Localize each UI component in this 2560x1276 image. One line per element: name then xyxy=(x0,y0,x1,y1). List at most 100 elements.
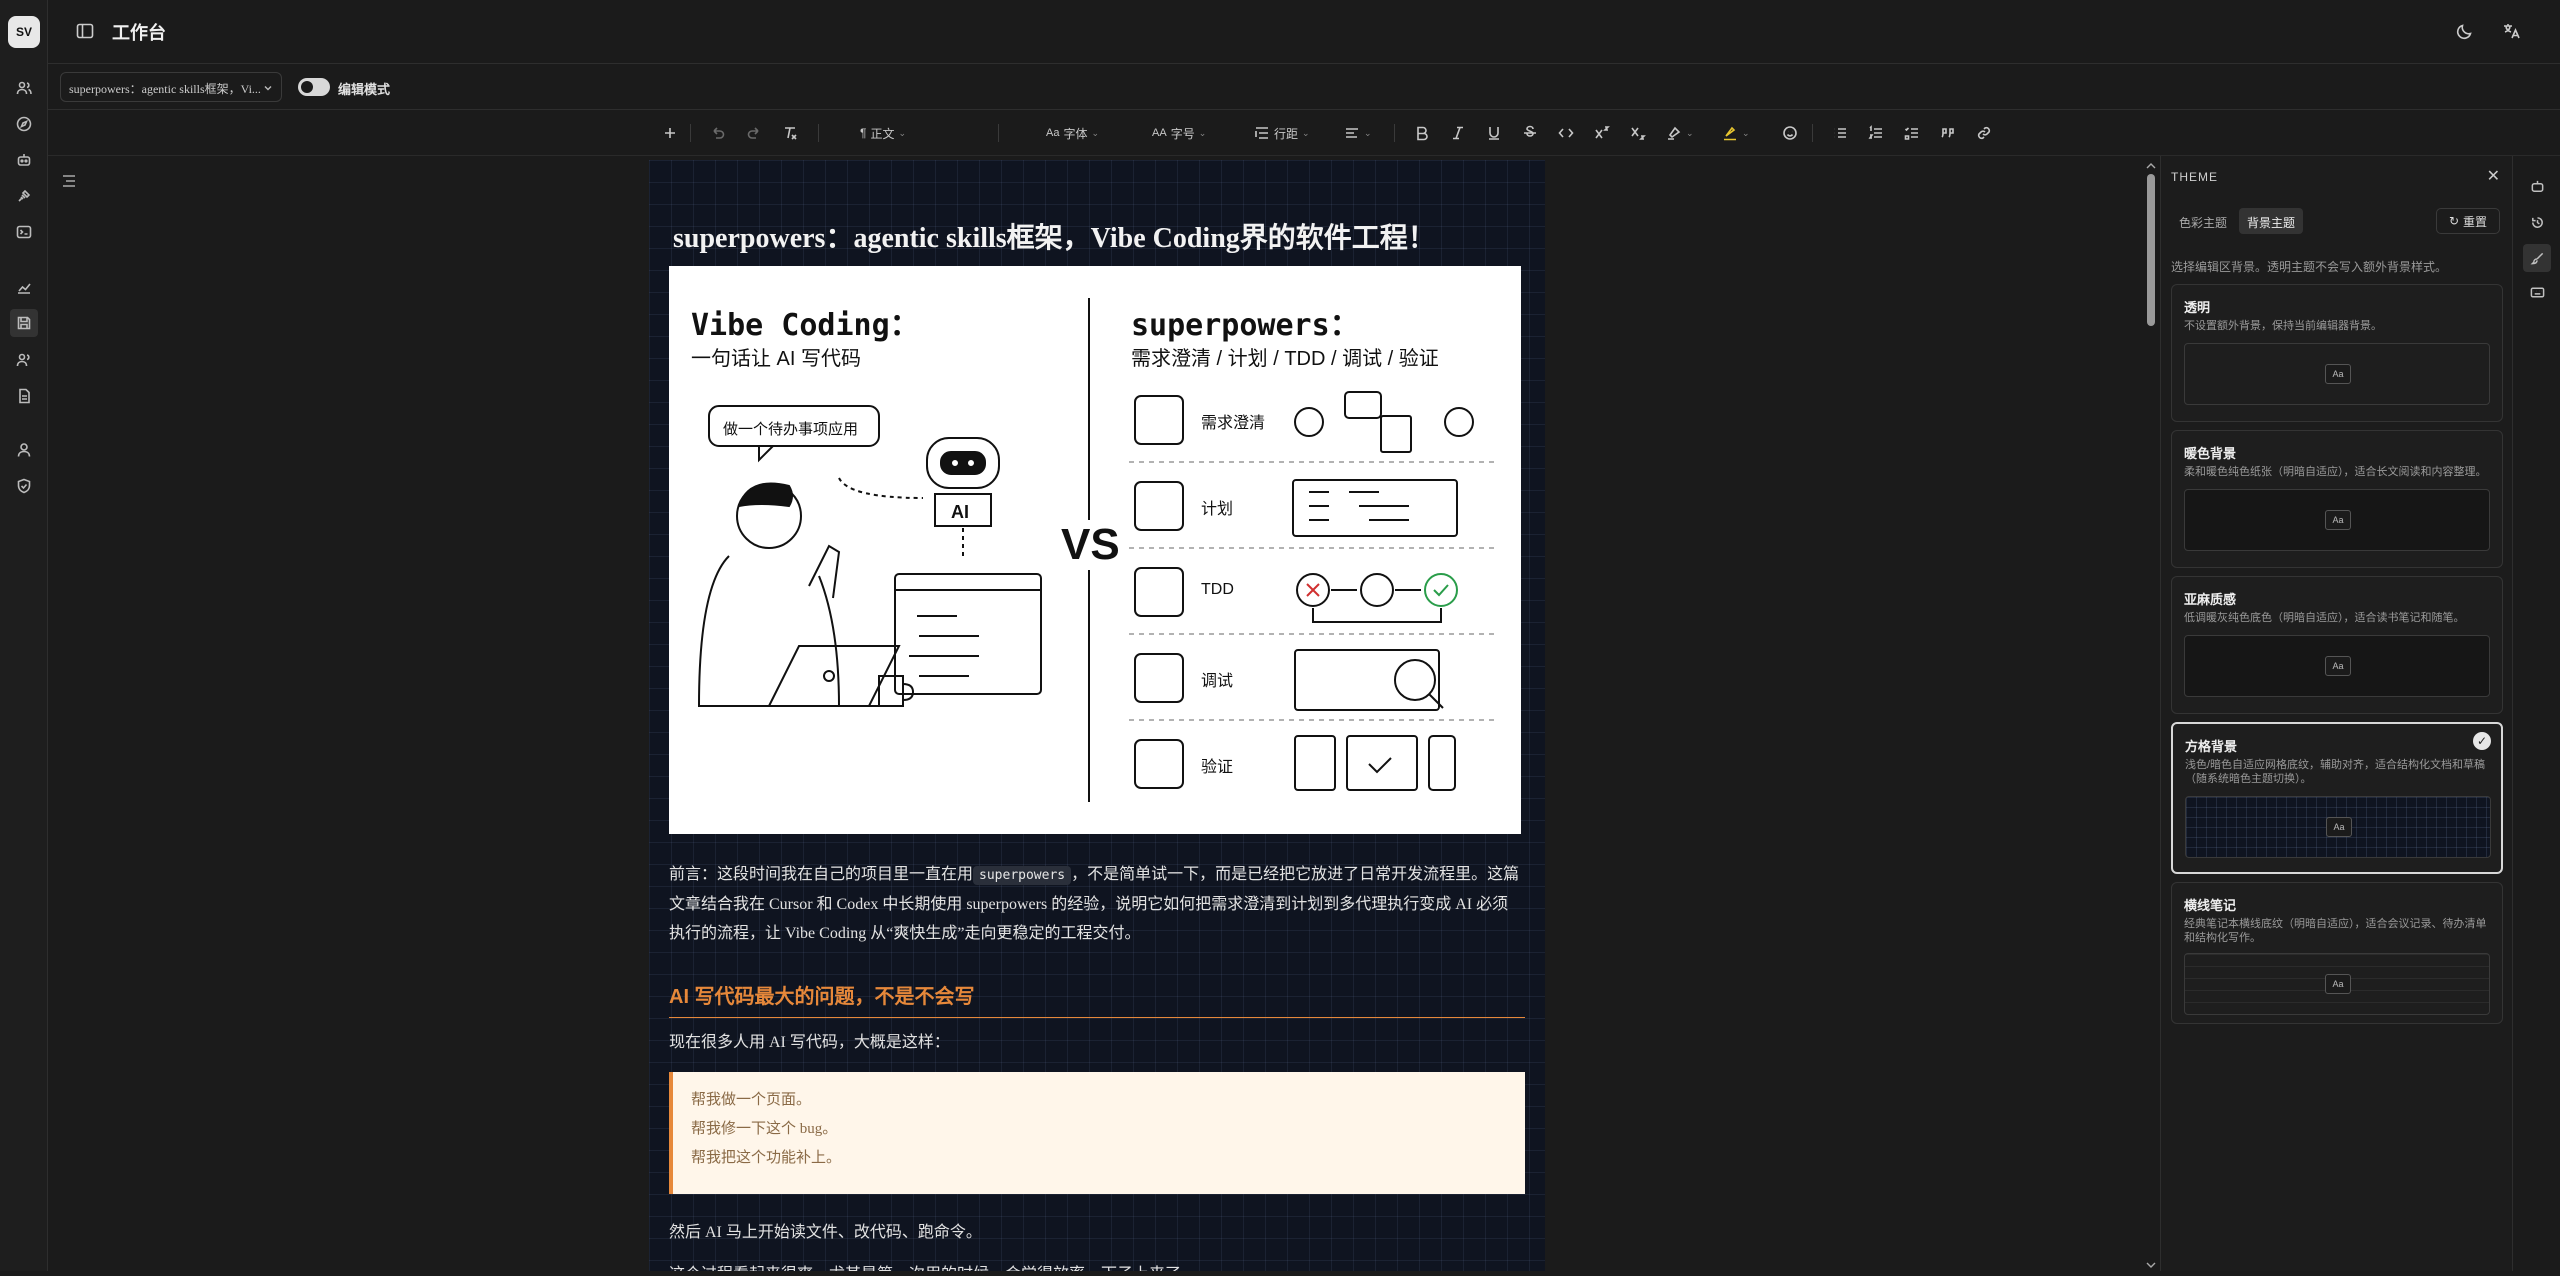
hero-illustration: Vibe Coding： 一句话让 AI 写代码 做一个待办事项应用 AI VS… xyxy=(669,266,1521,834)
save-icon[interactable] xyxy=(10,309,38,337)
align-select[interactable]: ⌄ xyxy=(1344,122,1372,144)
panel-description: 选择编辑区背景。透明主题不会写入额外背景样式。 xyxy=(2171,260,2448,274)
theme-option-grid[interactable]: 方格背景 ✓ 浅色/暗色自适应网格底纹，辅助对齐，适合结构化文档和草稿（随系统暗… xyxy=(2171,722,2503,874)
chevron-down-icon xyxy=(263,82,273,97)
close-icon[interactable]: ✕ xyxy=(2487,166,2500,186)
text-color-button[interactable]: ⌄ xyxy=(1722,122,1750,144)
blockquote[interactable]: 帮我做一个页面。 帮我修一下这个 bug。 帮我把这个功能补上。 xyxy=(669,1072,1525,1194)
theme-preview: Aa xyxy=(2184,343,2490,405)
strikethrough-button[interactable] xyxy=(1522,122,1538,144)
app-logo[interactable]: SV xyxy=(8,16,40,48)
italic-button[interactable] xyxy=(1450,122,1466,144)
hero-right-subtitle: 需求澄清 / 计划 / TDD / 调试 / 验证 xyxy=(1131,348,1439,370)
section-heading[interactable]: AI 写代码最大的问题，不是不会写 xyxy=(669,980,1525,1018)
quote-line: 帮我修一下这个 bug。 xyxy=(691,1121,838,1137)
robot-icon[interactable] xyxy=(2527,176,2547,196)
edit-mode-toggle[interactable] xyxy=(298,78,330,96)
line-height-select[interactable]: 行距 ⌄ xyxy=(1254,122,1310,144)
outline-toggle-icon[interactable] xyxy=(60,172,78,195)
robot-icon[interactable] xyxy=(14,150,34,170)
sidebar-toggle-icon[interactable] xyxy=(76,22,96,42)
format-toolbar: ¶ 正文 ⌄ Aa 字体 ⌄ AA 字号 ⌄ 行距 ⌄ ⌄ ⌄ ⌄ xyxy=(48,110,2560,156)
intro-paragraph[interactable]: 前言：这段时间我在自己的项目里一直在用 superpowers ，不是简单试一下，而… xyxy=(669,860,1521,948)
user-icon[interactable] xyxy=(14,440,34,460)
theme-preview: Aa xyxy=(2184,953,2490,1015)
link-button[interactable] xyxy=(1976,122,1992,144)
underline-icon xyxy=(1489,127,1499,140)
paragraph[interactable]: 然后 AI 马上开始读文件、改代码、跑命令。 xyxy=(669,1218,982,1242)
document-select[interactable]: superpowers：agentic skills框架，Vi... xyxy=(60,72,282,102)
pilcrow-icon: ¶ xyxy=(860,126,867,140)
plugin-icon[interactable] xyxy=(14,186,34,206)
paragraph[interactable]: 现在很多人用 AI 写代码，大概是这样： xyxy=(669,1028,950,1052)
editor-scrollbar[interactable] xyxy=(2144,160,2158,1271)
tab-background-theme[interactable]: 背景主题 xyxy=(2239,208,2304,234)
theme-option-transparent[interactable]: 透明 不设置额外背景，保持当前编辑器背景。 Aa xyxy=(2171,284,2503,422)
theme-option-lined[interactable]: 横线笔记 经典笔记本横线底纹（明暗自适应），适合会议记录、待办清单和结构化写作。… xyxy=(2171,882,2503,1024)
superscript-button[interactable] xyxy=(1594,122,1610,144)
subscript-button[interactable] xyxy=(1630,122,1646,144)
bold-button[interactable] xyxy=(1414,122,1430,144)
paragraph[interactable]: 这个过程看起来很爽，尤其是第一次用的时候，会觉得效率一下子上来了。 xyxy=(669,1260,1197,1271)
font-family-select[interactable]: Aa 字体 ⌄ xyxy=(1046,122,1099,144)
translate-icon[interactable] xyxy=(2502,22,2522,42)
hero-step: 调试 xyxy=(1201,673,1234,690)
selected-check-icon: ✓ xyxy=(2473,732,2491,750)
hero-step: 计划 xyxy=(1201,501,1234,518)
italic-icon xyxy=(1453,126,1463,140)
undo-icon xyxy=(713,127,725,139)
document-icon[interactable] xyxy=(14,386,34,406)
theme-brush-icon[interactable] xyxy=(2523,244,2551,272)
team-icon[interactable] xyxy=(14,350,34,370)
hero-step: 验证 xyxy=(1201,759,1234,776)
emoji-button[interactable] xyxy=(1782,122,1798,144)
theme-preview: Aa xyxy=(2184,489,2490,551)
bullet-list-icon xyxy=(1834,128,1846,138)
hero-step: 需求澄清 xyxy=(1201,415,1266,432)
theme-option-warm[interactable]: 暖色背景 柔和暖色纯色纸张（明暗自适应），适合长文阅读和内容整理。 Aa xyxy=(2171,430,2503,568)
ordered-list-button[interactable] xyxy=(1868,122,1884,144)
underline-button[interactable] xyxy=(1486,122,1502,144)
strikethrough-icon xyxy=(1524,125,1536,137)
top-header: 工作台 xyxy=(48,0,2560,64)
bold-icon xyxy=(1417,126,1428,141)
quote-line: 帮我做一个页面。 xyxy=(691,1092,812,1108)
undo-button[interactable] xyxy=(710,122,726,144)
terminal-icon[interactable] xyxy=(14,222,34,242)
theme-preview: Aa xyxy=(2185,796,2491,858)
font-size-select[interactable]: AA 字号 ⌄ xyxy=(1152,122,1206,144)
document-page[interactable]: superpowers：agentic skills框架，Vibe Coding… xyxy=(649,160,1545,1271)
paragraph-style-select[interactable]: ¶ 正文 ⌄ xyxy=(860,122,906,144)
line-height-icon xyxy=(1255,127,1268,139)
text-color-icon xyxy=(1724,126,1736,141)
inline-code: superpowers xyxy=(973,866,1072,885)
reset-button[interactable]: ↻ 重置 xyxy=(2436,208,2500,234)
insert-button[interactable] xyxy=(662,122,678,144)
task-list-icon xyxy=(1904,127,1918,140)
redo-icon xyxy=(747,127,759,139)
compass-icon[interactable] xyxy=(14,114,34,134)
quote-button[interactable] xyxy=(1940,122,1956,144)
bullet-list-button[interactable] xyxy=(1832,122,1848,144)
chart-icon[interactable] xyxy=(14,278,34,298)
keyboard-icon[interactable] xyxy=(2527,282,2547,302)
panel-title: THEME xyxy=(2171,170,2218,184)
code-button[interactable] xyxy=(1558,122,1574,144)
hero-step: TDD xyxy=(1201,581,1234,598)
shield-icon[interactable] xyxy=(14,476,34,496)
plus-icon xyxy=(665,128,675,138)
right-tool-rail xyxy=(2512,156,2560,1271)
users-icon[interactable] xyxy=(14,78,34,98)
highlight-icon xyxy=(1668,126,1681,140)
hero-vs: VS xyxy=(1061,520,1120,570)
highlight-button[interactable]: ⌄ xyxy=(1666,122,1694,144)
redo-button[interactable] xyxy=(746,122,762,144)
left-nav-rail: SV xyxy=(0,0,48,1271)
theme-option-linen[interactable]: 亚麻质感 低调暖灰纯色底色（明暗自适应），适合读书笔记和随笔。 Aa xyxy=(2171,576,2503,714)
clear-format-button[interactable] xyxy=(782,122,798,144)
task-list-button[interactable] xyxy=(1904,122,1920,144)
dark-mode-icon[interactable] xyxy=(2456,22,2476,42)
document-title[interactable]: superpowers：agentic skills框架，Vibe Coding… xyxy=(673,216,1436,256)
history-icon[interactable] xyxy=(2527,212,2547,232)
tab-color-theme[interactable]: 色彩主题 xyxy=(2171,208,2235,234)
